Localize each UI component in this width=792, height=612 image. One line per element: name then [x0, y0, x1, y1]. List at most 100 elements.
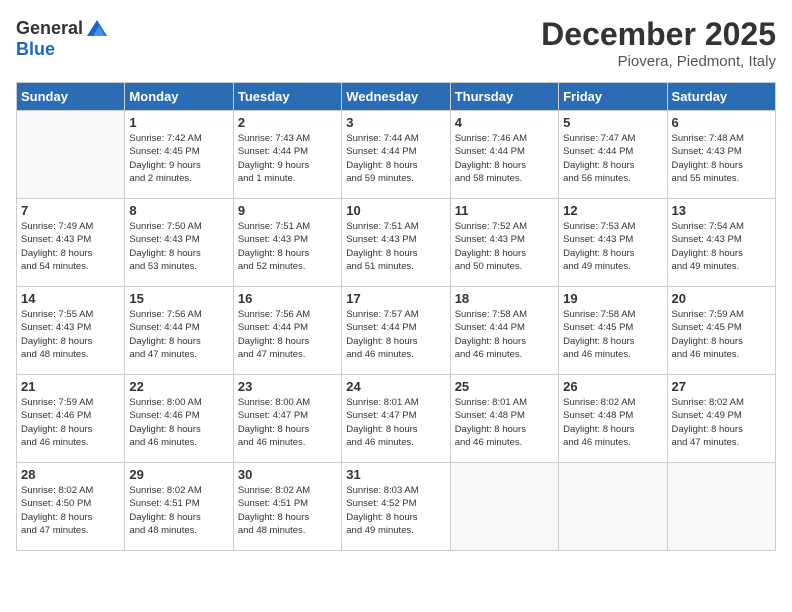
calendar-cell: 1 Sunrise: 7:42 AM Sunset: 4:45 PM Daylig… — [125, 111, 233, 199]
day-number: 22 — [129, 379, 228, 394]
day-info: Sunrise: 7:54 AM Sunset: 4:43 PM Dayligh… — [672, 220, 771, 273]
calendar-cell: 27 Sunrise: 8:02 AM Sunset: 4:49 PM Dayli… — [667, 375, 775, 463]
day-number: 20 — [672, 291, 771, 306]
day-info: Sunrise: 7:53 AM Sunset: 4:43 PM Dayligh… — [563, 220, 662, 273]
day-number: 2 — [238, 115, 337, 130]
title-area: December 2025 Piovera, Piedmont, Italy — [541, 16, 776, 70]
calendar-cell — [667, 463, 775, 551]
day-number: 29 — [129, 467, 228, 482]
day-info: Sunrise: 7:48 AM Sunset: 4:43 PM Dayligh… — [672, 132, 771, 185]
day-info: Sunrise: 8:00 AM Sunset: 4:46 PM Dayligh… — [129, 396, 228, 449]
day-info: Sunrise: 8:00 AM Sunset: 4:47 PM Dayligh… — [238, 396, 337, 449]
calendar-cell: 26 Sunrise: 8:02 AM Sunset: 4:48 PM Dayli… — [559, 375, 667, 463]
day-header-sunday: Sunday — [17, 83, 125, 111]
calendar-cell: 6Sunrise: 7:48 AM Sunset: 4:43 PM Daylig… — [667, 111, 775, 199]
logo: General Blue — [16, 16, 109, 60]
calendar-week-row: 28 Sunrise: 8:02 AM Sunset: 4:50 PM Dayli… — [17, 463, 776, 551]
calendar-cell: 28 Sunrise: 8:02 AM Sunset: 4:50 PM Dayli… — [17, 463, 125, 551]
day-info: Sunrise: 7:55 AM Sunset: 4:43 PM Dayligh… — [21, 308, 120, 361]
day-number: 10 — [346, 203, 445, 218]
logo-icon — [85, 16, 109, 40]
calendar-cell: 3 Sunrise: 7:44 AM Sunset: 4:44 PM Daylig… — [342, 111, 450, 199]
calendar-cell: 12Sunrise: 7:53 AM Sunset: 4:43 PM Dayli… — [559, 199, 667, 287]
calendar-week-row: 1 Sunrise: 7:42 AM Sunset: 4:45 PM Daylig… — [17, 111, 776, 199]
day-info: Sunrise: 7:44 AM Sunset: 4:44 PM Dayligh… — [346, 132, 445, 185]
day-info: Sunrise: 7:58 AM Sunset: 4:44 PM Dayligh… — [455, 308, 554, 361]
day-number: 26 — [563, 379, 662, 394]
day-number: 14 — [21, 291, 120, 306]
day-info: Sunrise: 7:49 AM Sunset: 4:43 PM Dayligh… — [21, 220, 120, 273]
day-info: Sunrise: 7:58 AM Sunset: 4:45 PM Dayligh… — [563, 308, 662, 361]
day-number: 24 — [346, 379, 445, 394]
day-info: Sunrise: 8:02 AM Sunset: 4:48 PM Dayligh… — [563, 396, 662, 449]
calendar-cell: 30 Sunrise: 8:02 AM Sunset: 4:51 PM Dayli… — [233, 463, 341, 551]
calendar-cell: 7 Sunrise: 7:49 AM Sunset: 4:43 PM Daylig… — [17, 199, 125, 287]
day-info: Sunrise: 8:02 AM Sunset: 4:49 PM Dayligh… — [672, 396, 771, 449]
calendar-cell: 19Sunrise: 7:58 AM Sunset: 4:45 PM Dayli… — [559, 287, 667, 375]
day-number: 21 — [21, 379, 120, 394]
day-number: 27 — [672, 379, 771, 394]
day-info: Sunrise: 7:59 AM Sunset: 4:46 PM Dayligh… — [21, 396, 120, 449]
day-number: 13 — [672, 203, 771, 218]
day-number: 16 — [238, 291, 337, 306]
calendar-cell: 29Sunrise: 8:02 AM Sunset: 4:51 PM Dayli… — [125, 463, 233, 551]
day-number: 3 — [346, 115, 445, 130]
day-info: Sunrise: 7:51 AM Sunset: 4:43 PM Dayligh… — [346, 220, 445, 273]
calendar-cell: 23 Sunrise: 8:00 AM Sunset: 4:47 PM Dayli… — [233, 375, 341, 463]
day-number: 23 — [238, 379, 337, 394]
day-number: 31 — [346, 467, 445, 482]
calendar-week-row: 21 Sunrise: 7:59 AM Sunset: 4:46 PM Dayli… — [17, 375, 776, 463]
day-header-saturday: Saturday — [667, 83, 775, 111]
calendar-cell: 10 Sunrise: 7:51 AM Sunset: 4:43 PM Dayli… — [342, 199, 450, 287]
calendar-week-row: 14 Sunrise: 7:55 AM Sunset: 4:43 PM Dayli… — [17, 287, 776, 375]
day-info: Sunrise: 8:03 AM Sunset: 4:52 PM Dayligh… — [346, 484, 445, 537]
calendar-cell — [17, 111, 125, 199]
day-number: 17 — [346, 291, 445, 306]
day-info: Sunrise: 7:46 AM Sunset: 4:44 PM Dayligh… — [455, 132, 554, 185]
calendar-cell: 14 Sunrise: 7:55 AM Sunset: 4:43 PM Dayli… — [17, 287, 125, 375]
calendar-cell: 21 Sunrise: 7:59 AM Sunset: 4:46 PM Dayli… — [17, 375, 125, 463]
day-header-thursday: Thursday — [450, 83, 558, 111]
day-info: Sunrise: 7:51 AM Sunset: 4:43 PM Dayligh… — [238, 220, 337, 273]
day-info: Sunrise: 7:43 AM Sunset: 4:44 PM Dayligh… — [238, 132, 337, 185]
calendar-cell: 4 Sunrise: 7:46 AM Sunset: 4:44 PM Daylig… — [450, 111, 558, 199]
day-number: 5 — [563, 115, 662, 130]
day-info: Sunrise: 7:52 AM Sunset: 4:43 PM Dayligh… — [455, 220, 554, 273]
day-header-tuesday: Tuesday — [233, 83, 341, 111]
day-info: Sunrise: 8:01 AM Sunset: 4:48 PM Dayligh… — [455, 396, 554, 449]
day-number: 28 — [21, 467, 120, 482]
day-info: Sunrise: 7:47 AM Sunset: 4:44 PM Dayligh… — [563, 132, 662, 185]
day-header-monday: Monday — [125, 83, 233, 111]
calendar-cell: 15 Sunrise: 7:56 AM Sunset: 4:44 PM Dayli… — [125, 287, 233, 375]
day-info: Sunrise: 8:01 AM Sunset: 4:47 PM Dayligh… — [346, 396, 445, 449]
calendar-cell: 25Sunrise: 8:01 AM Sunset: 4:48 PM Dayli… — [450, 375, 558, 463]
day-info: Sunrise: 7:50 AM Sunset: 4:43 PM Dayligh… — [129, 220, 228, 273]
day-number: 18 — [455, 291, 554, 306]
calendar-cell: 9Sunrise: 7:51 AM Sunset: 4:43 PM Daylig… — [233, 199, 341, 287]
calendar-table: SundayMondayTuesdayWednesdayThursdayFrid… — [16, 82, 776, 551]
calendar-cell: 16 Sunrise: 7:56 AM Sunset: 4:44 PM Dayli… — [233, 287, 341, 375]
logo-general: General — [16, 19, 83, 37]
day-info: Sunrise: 7:42 AM Sunset: 4:45 PM Dayligh… — [129, 132, 228, 185]
day-number: 11 — [455, 203, 554, 218]
day-number: 4 — [455, 115, 554, 130]
day-header-wednesday: Wednesday — [342, 83, 450, 111]
day-number: 30 — [238, 467, 337, 482]
calendar-cell: 17 Sunrise: 7:57 AM Sunset: 4:44 PM Dayli… — [342, 287, 450, 375]
calendar-week-row: 7 Sunrise: 7:49 AM Sunset: 4:43 PM Daylig… — [17, 199, 776, 287]
day-info: Sunrise: 8:02 AM Sunset: 4:50 PM Dayligh… — [21, 484, 120, 537]
day-number: 8 — [129, 203, 228, 218]
calendar-cell: 31 Sunrise: 8:03 AM Sunset: 4:52 PM Dayli… — [342, 463, 450, 551]
day-info: Sunrise: 7:57 AM Sunset: 4:44 PM Dayligh… — [346, 308, 445, 361]
calendar-header-row: SundayMondayTuesdayWednesdayThursdayFrid… — [17, 83, 776, 111]
calendar-cell: 24 Sunrise: 8:01 AM Sunset: 4:47 PM Dayli… — [342, 375, 450, 463]
day-info: Sunrise: 8:02 AM Sunset: 4:51 PM Dayligh… — [238, 484, 337, 537]
day-number: 7 — [21, 203, 120, 218]
day-number: 15 — [129, 291, 228, 306]
day-number: 1 — [129, 115, 228, 130]
day-info: Sunrise: 7:59 AM Sunset: 4:45 PM Dayligh… — [672, 308, 771, 361]
calendar-cell: 13 Sunrise: 7:54 AM Sunset: 4:43 PM Dayli… — [667, 199, 775, 287]
calendar-cell: 8 Sunrise: 7:50 AM Sunset: 4:43 PM Daylig… — [125, 199, 233, 287]
day-info: Sunrise: 7:56 AM Sunset: 4:44 PM Dayligh… — [238, 308, 337, 361]
day-info: Sunrise: 7:56 AM Sunset: 4:44 PM Dayligh… — [129, 308, 228, 361]
